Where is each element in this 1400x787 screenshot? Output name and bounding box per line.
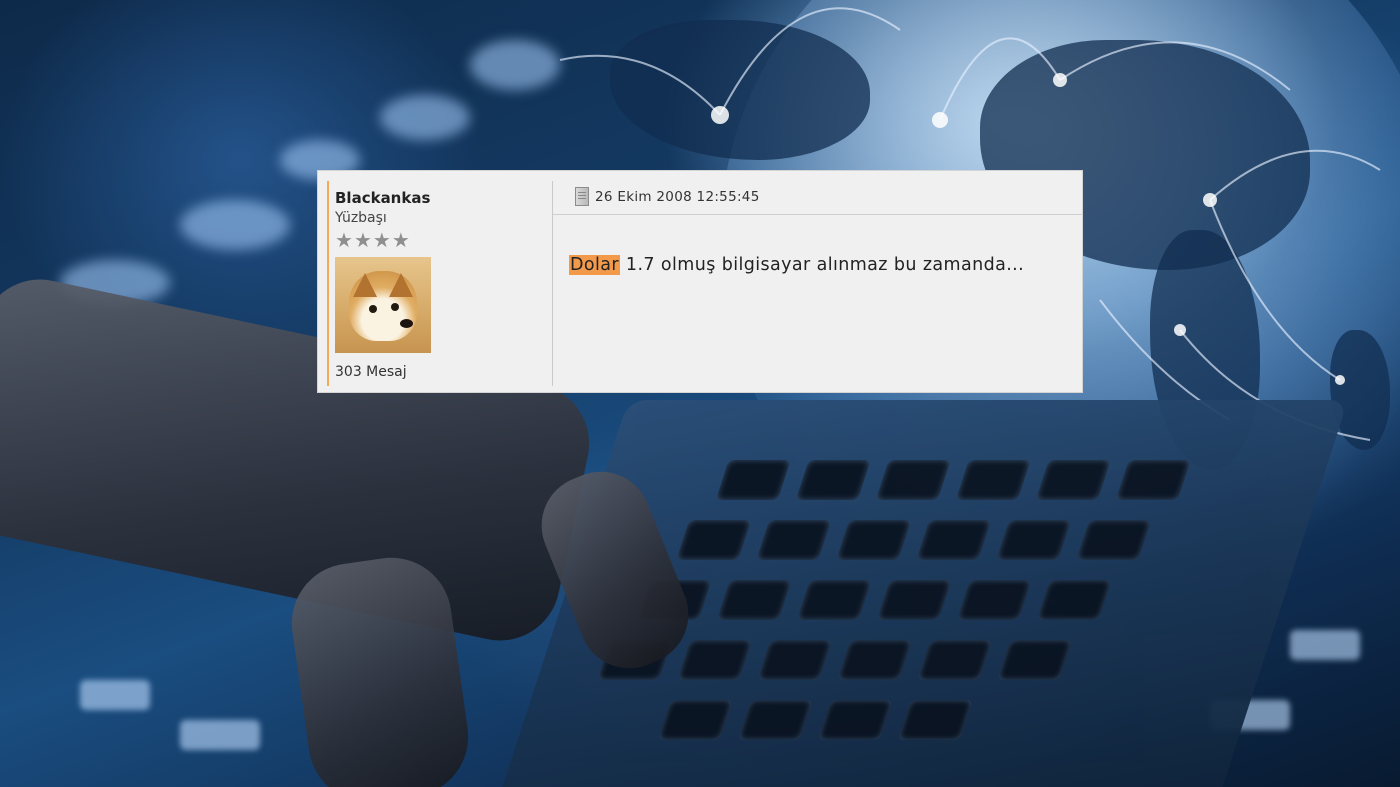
document-icon	[575, 187, 589, 206]
message-count: 303 Mesaj	[335, 364, 407, 380]
background-photo	[0, 0, 1400, 787]
light-glow	[180, 720, 260, 750]
star-icon: ★	[372, 228, 391, 252]
star-icon: ★	[391, 228, 410, 252]
author-username[interactable]: Blackankas	[335, 189, 552, 207]
author-rank: Yüzbaşı	[335, 210, 387, 226]
forum-post: Blackankas Yüzbaşı ★ ★ ★ ★ 303 Mesaj 26 …	[317, 170, 1083, 393]
light-glow	[470, 40, 560, 90]
post-meta: 26 Ekim 2008 12:55:45	[553, 181, 1082, 215]
star-icon: ★	[335, 228, 353, 252]
light-glow	[380, 95, 470, 140]
light-glow	[1290, 630, 1360, 660]
post-date: 26 Ekim 2008 12:55:45	[595, 188, 760, 205]
avatar[interactable]	[335, 257, 431, 353]
rating-stars: ★ ★ ★ ★	[335, 228, 552, 252]
post-content: 26 Ekim 2008 12:55:45 Dolar 1.7 olmuş bi…	[553, 171, 1082, 392]
light-glow	[80, 680, 150, 710]
post-message: Dolar 1.7 olmuş bilgisayar alınmaz bu za…	[553, 215, 1082, 275]
star-icon: ★	[353, 228, 372, 252]
highlighted-word: Dolar	[569, 255, 620, 275]
post-author-panel: Blackankas Yüzbaşı ★ ★ ★ ★ 303 Mesaj	[318, 181, 553, 386]
message-text: 1.7 olmuş bilgisayar alınmaz bu zamanda.…	[619, 255, 1025, 275]
light-glow	[180, 200, 290, 250]
